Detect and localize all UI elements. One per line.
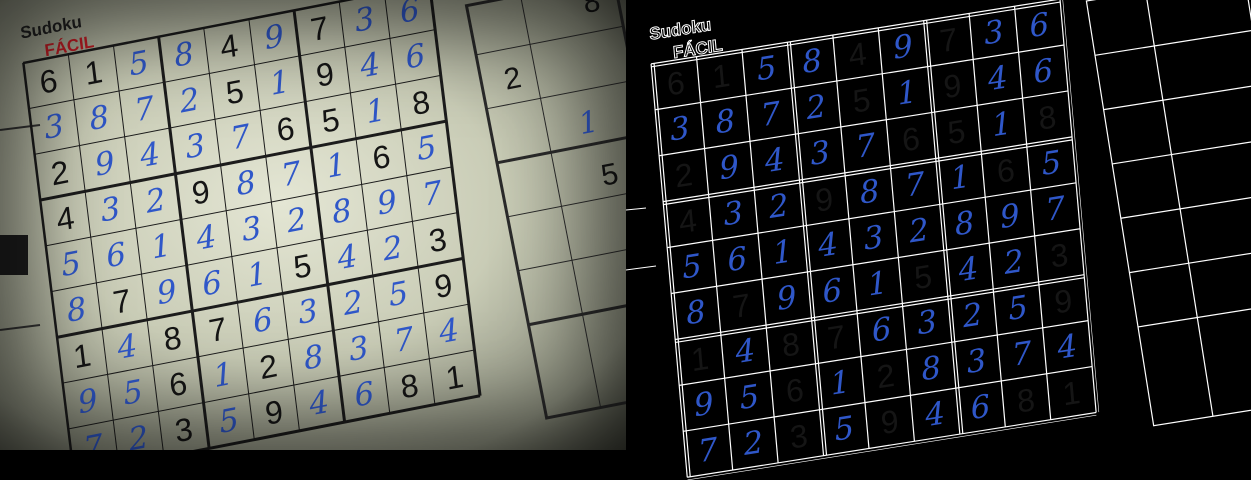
edge-cell-printed-digit: 3 bbox=[788, 416, 810, 456]
edge-cell-handwritten-digit: 5 bbox=[738, 378, 761, 418]
edge-cell-handwritten-digit: 4 bbox=[957, 250, 980, 290]
edge-cell-printed-digit: 9 bbox=[1053, 281, 1074, 321]
edge-cell-printed-digit: 4 bbox=[847, 35, 868, 74]
edge-cell-printed-digit: 8 bbox=[1015, 380, 1037, 420]
edge-cell-handwritten-digit: 6 bbox=[969, 388, 992, 428]
edge-cell-printed-digit: 5 bbox=[912, 257, 934, 297]
edge-cell-printed-digit: 7 bbox=[825, 317, 847, 357]
edge-cell-handwritten-digit: 8 bbox=[953, 204, 976, 244]
edge-cell-handwritten-digit: 2 bbox=[804, 88, 828, 128]
edge-cell-printed-digit: 9 bbox=[879, 402, 901, 442]
edge-cell-handwritten-digit: 3 bbox=[982, 13, 1006, 53]
edge-cell-printed-digit: 8 bbox=[1036, 98, 1058, 137]
edge-cell-printed-digit: 2 bbox=[673, 155, 695, 195]
edge-cell-handwritten-digit: 9 bbox=[998, 197, 1022, 237]
edge-cell-handwritten-digit: 6 bbox=[820, 271, 844, 311]
edge-cell-handwritten-digit: 7 bbox=[696, 431, 720, 471]
edge-cell-handwritten-digit: 4 bbox=[923, 395, 947, 435]
edge-cell-handwritten-digit: 8 bbox=[684, 293, 708, 333]
edge-cell-handwritten-digit: 3 bbox=[915, 303, 939, 343]
edge-cell-handwritten-digit: 1 bbox=[828, 363, 852, 403]
edge-cell-printed-digit: 6 bbox=[784, 371, 806, 410]
edge-cell-handwritten-digit: 3 bbox=[862, 218, 885, 258]
edge-cell-handwritten-digit: 8 bbox=[919, 349, 943, 389]
edge-cell-handwritten-digit: 5 bbox=[832, 409, 856, 449]
edge-cell-handwritten-digit: 9 bbox=[717, 148, 741, 188]
edge-cell-handwritten-digit: 9 bbox=[692, 385, 716, 425]
edge-cell-printed-digit: 6 bbox=[900, 119, 922, 159]
edge-cell-handwritten-digit: 7 bbox=[903, 165, 927, 205]
edge-cell-handwritten-digit: 5 bbox=[755, 49, 778, 89]
edge-cell-handwritten-digit: 4 bbox=[816, 225, 840, 265]
edge-cell-handwritten-digit: 1 bbox=[990, 105, 1014, 145]
edge-cell-printed-digit: 5 bbox=[946, 112, 967, 152]
edge-cell-handwritten-digit: 1 bbox=[866, 264, 889, 304]
edge-cell-handwritten-digit: 7 bbox=[1010, 334, 1034, 374]
edge-cell-handwritten-digit: 2 bbox=[1002, 243, 1026, 283]
edge-cell-printed-digit: 5 bbox=[851, 80, 872, 120]
edge-cell-handwritten-digit: 1 bbox=[895, 73, 919, 113]
edge-cell-handwritten-digit: 7 bbox=[854, 126, 877, 166]
photo-panel: 2 8 1 5 Sudoku FÁCIL 6158497363872519462… bbox=[0, 0, 626, 450]
edge-cell-handwritten-digit: 3 bbox=[808, 133, 832, 174]
edge-cell-handwritten-digit: 2 bbox=[767, 187, 791, 227]
edge-cell-handwritten-digit: 8 bbox=[713, 102, 737, 142]
edge-cell-handwritten-digit: 8 bbox=[800, 42, 824, 82]
side-digit: 1 bbox=[576, 104, 601, 142]
edge-cell-handwritten-digit: 4 bbox=[734, 332, 757, 372]
edge-cell-handwritten-digit: 9 bbox=[775, 278, 799, 319]
edge-cell-handwritten-digit: 2 bbox=[907, 211, 931, 251]
edge-cell-handwritten-digit: 9 bbox=[891, 27, 915, 67]
edge-cell-printed-digit: 4 bbox=[677, 201, 699, 241]
edge-cell-printed-digit: 7 bbox=[730, 286, 752, 326]
edge-cell-printed-digit: 8 bbox=[780, 325, 802, 364]
edge-cell-handwritten-digit: 1 bbox=[949, 158, 972, 198]
edge-cell-printed-digit: 3 bbox=[1048, 235, 1070, 275]
edge-cell-handwritten-digit: 1 bbox=[771, 233, 795, 273]
edge-cell-handwritten-digit: 4 bbox=[986, 59, 1010, 99]
edge-cell-printed-digit: 9 bbox=[813, 180, 835, 219]
edge-cell-handwritten-digit: 2 bbox=[961, 296, 984, 336]
edge-cell-printed-digit: 1 bbox=[1061, 373, 1082, 413]
edge-cell-handwritten-digit: 4 bbox=[763, 141, 787, 181]
edge-cell-handwritten-digit: 6 bbox=[725, 240, 749, 280]
edge-cell-printed-digit: 2 bbox=[875, 356, 897, 396]
side-digit: 2 bbox=[501, 61, 524, 97]
edge-cell-handwritten-digit: 7 bbox=[1044, 189, 1067, 229]
edge-cell-handwritten-digit: 6 bbox=[1027, 6, 1051, 46]
edge-cell-handwritten-digit: 3 bbox=[668, 109, 692, 149]
edge-cell-handwritten-digit: 6 bbox=[1031, 52, 1055, 92]
edge-cell-printed-digit: 7 bbox=[938, 20, 959, 60]
edge-cell-printed-digit: 9 bbox=[942, 66, 963, 106]
edge-cell-printed-digit: 1 bbox=[710, 56, 732, 96]
edge-cell-handwritten-digit: 2 bbox=[742, 423, 765, 464]
side-digit: 5 bbox=[598, 157, 621, 193]
edge-cell-handwritten-digit: 5 bbox=[680, 247, 704, 287]
edge-cell-printed-digit: 6 bbox=[995, 151, 1017, 191]
edge-cell-handwritten-digit: 6 bbox=[870, 310, 893, 350]
side-digit: 8 bbox=[580, 0, 603, 20]
edge-cell-handwritten-digit: 7 bbox=[759, 95, 782, 135]
edge-cell-handwritten-digit: 8 bbox=[858, 172, 881, 212]
edge-cell-handwritten-digit: 5 bbox=[1006, 288, 1030, 328]
edge-cell-handwritten-digit: 5 bbox=[1040, 143, 1063, 183]
edge-cell-printed-digit: 6 bbox=[665, 63, 687, 103]
edge-cell-handwritten-digit: 3 bbox=[721, 194, 745, 234]
edge-cell-handwritten-digit: 3 bbox=[965, 342, 988, 382]
edge-cell-printed-digit: 1 bbox=[689, 339, 711, 379]
cell-printed-digit: 3 bbox=[172, 410, 195, 450]
edge-cell-handwritten-digit: 4 bbox=[1056, 327, 1079, 367]
